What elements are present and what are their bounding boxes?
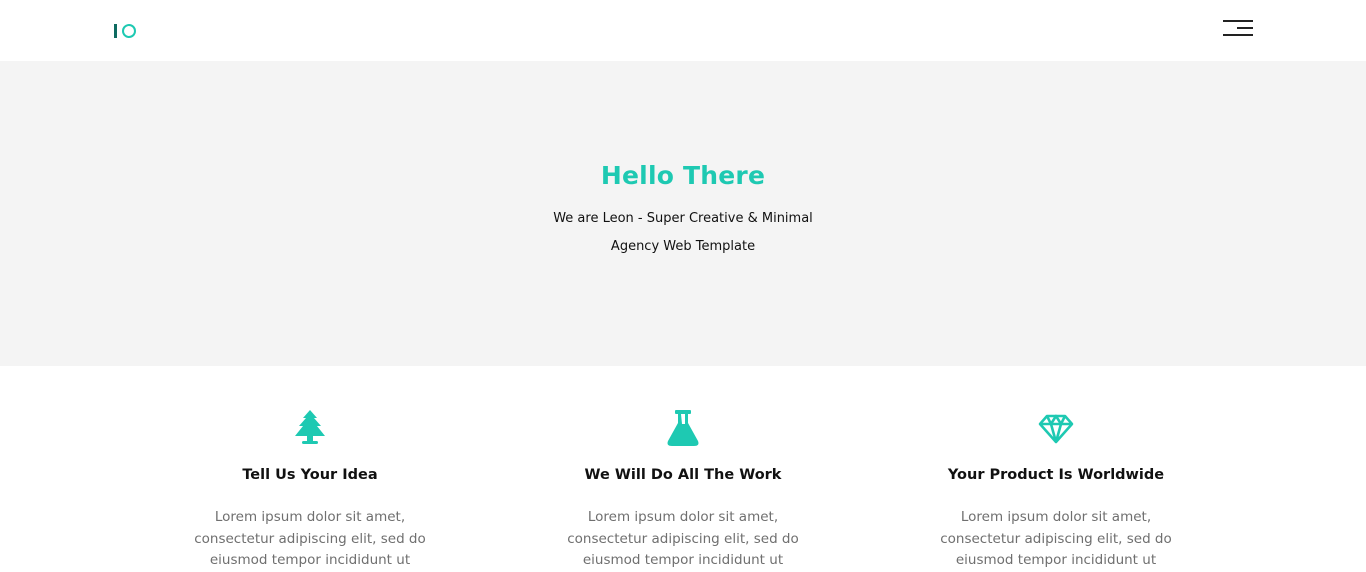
site-header: [0, 0, 1366, 61]
feature-title: Tell Us Your Idea: [242, 467, 378, 483]
menu-line: [1223, 34, 1253, 36]
hero-section: Hello There We are Leon - Super Creative…: [0, 61, 1366, 366]
feature-text-line: Lorem ipsum dolor sit amet,: [214, 509, 406, 525]
feature-text-line: Lorem ipsum dolor sit amet,: [960, 509, 1152, 525]
logo-bar: [114, 24, 117, 38]
hero-subtitle-line: We are Leon - Super Creative & Minimal: [553, 211, 813, 226]
hero-title: Hello There: [600, 161, 766, 190]
feature-description: Lorem ipsum dolor sit amet, consectetur …: [906, 507, 1206, 572]
feature-description: Lorem ipsum dolor sit amet, consectetur …: [160, 507, 460, 572]
flask-icon: [533, 410, 833, 448]
hero-subtitle: We are Leon - Super Creative & Minimal A…: [0, 205, 1366, 261]
hero-subtitle-line: Agency Web Template: [610, 239, 756, 254]
feature-text-line: eiusmod tempor incididunt ut: [209, 552, 411, 568]
menu-line: [1223, 20, 1253, 22]
feature-title: Your Product Is Worldwide: [947, 467, 1165, 483]
feature-text-line: eiusmod tempor incididunt ut: [582, 552, 784, 568]
feature-text-line: Lorem ipsum dolor sit amet,: [587, 509, 779, 525]
feature-text-line: eiusmod tempor incididunt ut: [955, 552, 1157, 568]
features-section: Tell Us Your Idea Lorem ipsum dolor sit …: [0, 366, 1366, 568]
feature-description: Lorem ipsum dolor sit amet, consectetur …: [533, 507, 833, 572]
diamond-icon: [906, 410, 1206, 448]
logo[interactable]: [114, 23, 136, 39]
feature-title: We Will Do All The Work: [584, 467, 782, 483]
feature-text-line: consectetur adipiscing elit, sed do: [194, 530, 426, 547]
logo-ring: [122, 24, 136, 38]
menu-line: [1237, 27, 1253, 29]
tree-icon: [160, 410, 460, 448]
feature-text-line: consectetur adipiscing elit, sed do: [940, 530, 1172, 547]
feature-text-line: consectetur adipiscing elit, sed do: [567, 530, 799, 547]
hamburger-menu-icon[interactable]: [1221, 18, 1255, 40]
